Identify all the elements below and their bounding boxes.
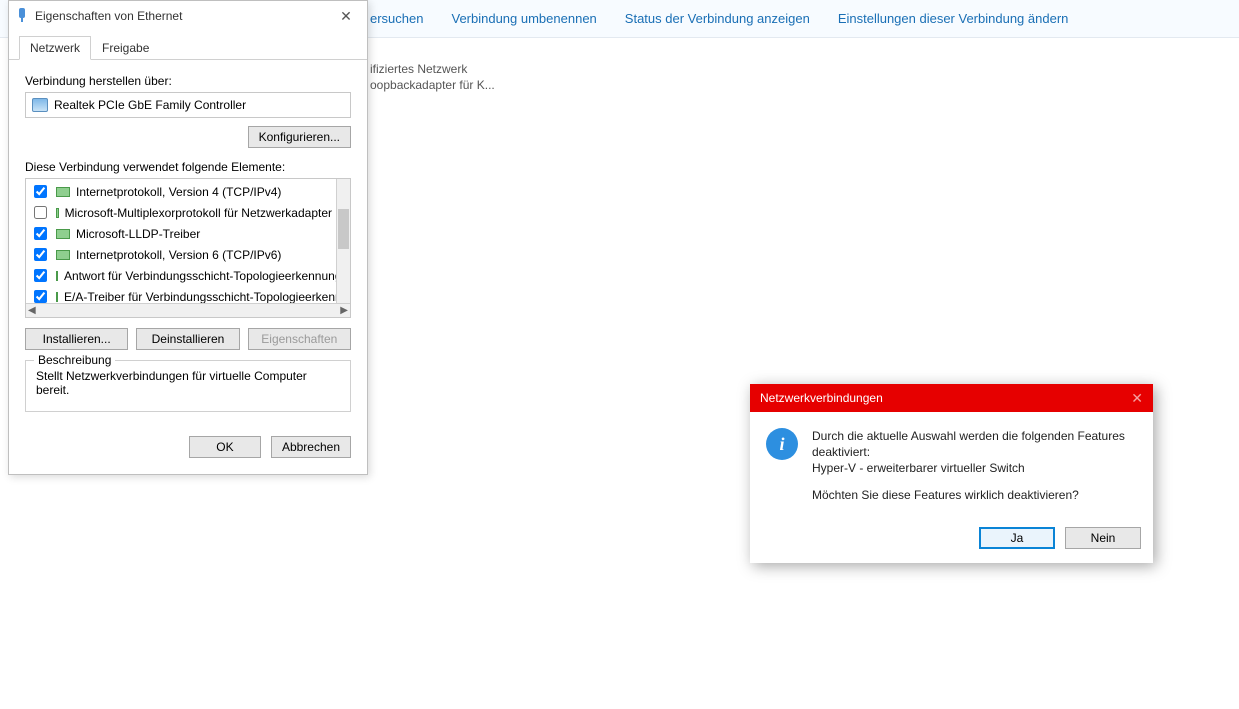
item-label: Internetprotokoll, Version 4 (TCP/IPv4) (76, 185, 281, 199)
item-label: E/A-Treiber für Verbindungsschicht-Topol… (64, 290, 336, 304)
item-label: Microsoft-Multiplexorprotokoll für Netzw… (65, 206, 332, 220)
item-checkbox[interactable] (34, 248, 47, 261)
vertical-scrollbar[interactable] (336, 179, 350, 303)
properties-button: Eigenschaften (248, 328, 351, 350)
close-icon[interactable]: ✕ (331, 8, 361, 25)
protocol-icon (56, 250, 70, 260)
dialog-titlebar[interactable]: Eigenschaften von Ethernet ✕ (9, 1, 367, 31)
ethernet-properties-dialog: Eigenschaften von Ethernet ✕ Netzwerk Fr… (8, 0, 368, 475)
horizontal-scrollbar[interactable]: ◀▶ (26, 303, 350, 317)
protocol-icon (56, 292, 58, 302)
dialog-title: Eigenschaften von Ethernet (35, 9, 331, 23)
tab-strip: Netzwerk Freigabe (9, 35, 367, 60)
list-item[interactable]: E/A-Treiber für Verbindungsschicht-Topol… (28, 286, 334, 303)
install-button[interactable]: Installieren... (25, 328, 128, 350)
description-box: Beschreibung Stellt Netzwerkverbindungen… (25, 360, 351, 412)
cmd-rename-connection[interactable]: Verbindung umbenennen (451, 11, 596, 26)
list-item[interactable]: Internetprotokoll, Version 6 (TCP/IPv6) (28, 244, 334, 265)
elements-label: Diese Verbindung verwendet folgende Elem… (25, 160, 351, 174)
cmd-search[interactable]: ersuchen (370, 11, 423, 26)
confirm-titlebar[interactable]: Netzwerkverbindungen ✕ (750, 384, 1153, 412)
description-legend: Beschreibung (34, 353, 115, 367)
list-item[interactable]: Internetprotokoll, Version 4 (TCP/IPv4) (28, 181, 334, 202)
cancel-button[interactable]: Abbrechen (271, 436, 351, 458)
confirm-deactivate-dialog: Netzwerkverbindungen ✕ i Durch die aktue… (750, 384, 1153, 563)
item-label: Microsoft-LLDP-Treiber (76, 227, 200, 241)
confirm-text: Durch die aktuelle Auswahl werden die fo… (812, 428, 1137, 513)
cmd-change-settings[interactable]: Einstellungen dieser Verbindung ändern (838, 11, 1069, 26)
adapter-name: Realtek PCIe GbE Family Controller (54, 98, 246, 112)
item-checkbox[interactable] (34, 227, 47, 240)
connection-items-list: Internetprotokoll, Version 4 (TCP/IPv4) M… (25, 178, 351, 318)
tab-network[interactable]: Netzwerk (19, 36, 91, 60)
item-checkbox[interactable] (34, 185, 47, 198)
dialog-button-row: OK Abbrechen (9, 422, 367, 474)
list-item[interactable]: Microsoft-LLDP-Treiber (28, 223, 334, 244)
uninstall-button[interactable]: Deinstallieren (136, 328, 239, 350)
protocol-icon (56, 271, 58, 281)
description-text: Stellt Netzwerkverbindungen für virtuell… (36, 369, 340, 397)
ok-button[interactable]: OK (189, 436, 261, 458)
configure-button[interactable]: Konfigurieren... (248, 126, 351, 148)
bg-network-label: ifiziertes Netzwerk (370, 62, 467, 76)
item-checkbox[interactable] (34, 269, 47, 282)
bg-adapter-label: oopbackadapter für K... (370, 78, 495, 92)
close-icon[interactable]: ✕ (1131, 390, 1143, 407)
cmd-show-status[interactable]: Status der Verbindung anzeigen (625, 11, 810, 26)
confirm-button-row: Ja Nein (750, 521, 1153, 563)
network-tab-panel: Verbindung herstellen über: Realtek PCIe… (9, 60, 367, 422)
confirm-title: Netzwerkverbindungen (760, 391, 1131, 405)
list-item[interactable]: Antwort für Verbindungsschicht-Topologie… (28, 265, 334, 286)
info-icon: i (766, 428, 798, 460)
item-checkbox[interactable] (34, 206, 47, 219)
protocol-icon (56, 229, 70, 239)
item-checkbox[interactable] (34, 290, 47, 303)
tab-sharing[interactable]: Freigabe (91, 36, 160, 60)
list-item[interactable]: Microsoft-Multiplexorprotokoll für Netzw… (28, 202, 334, 223)
no-button[interactable]: Nein (1065, 527, 1141, 549)
adapter-box[interactable]: Realtek PCIe GbE Family Controller (25, 92, 351, 118)
protocol-icon (56, 208, 59, 218)
item-label: Antwort für Verbindungsschicht-Topologie… (64, 269, 336, 283)
protocol-icon (56, 187, 70, 197)
yes-button[interactable]: Ja (979, 527, 1055, 549)
connect-using-label: Verbindung herstellen über: (25, 74, 351, 88)
item-label: Internetprotokoll, Version 6 (TCP/IPv6) (76, 248, 281, 262)
nic-icon (32, 98, 48, 112)
ethernet-icon (15, 7, 29, 26)
